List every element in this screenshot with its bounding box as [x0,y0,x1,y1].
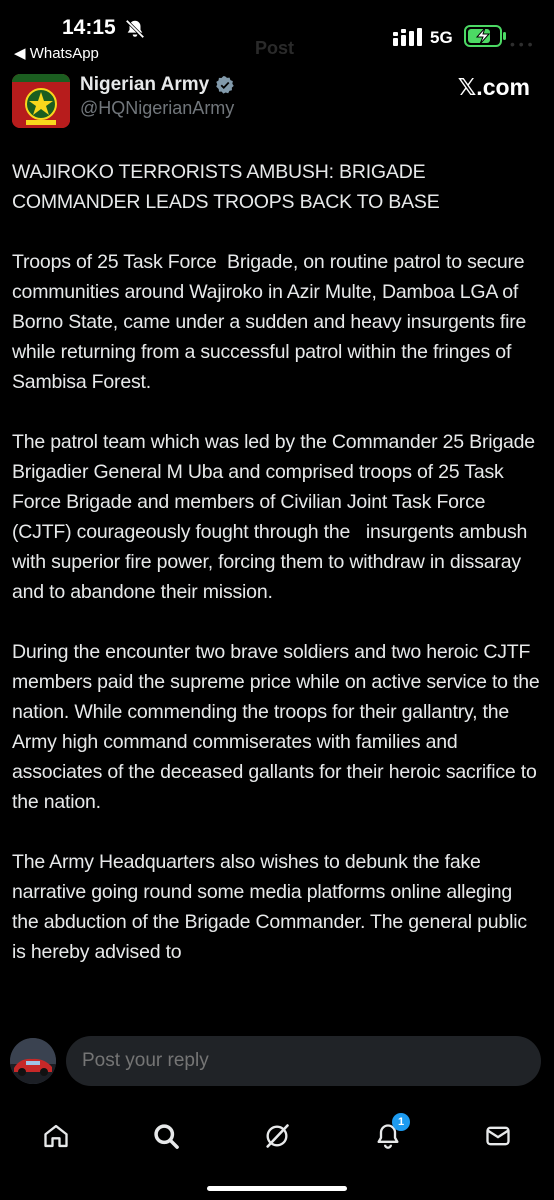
clock: 14:15 [62,16,116,39]
reply-input[interactable] [66,1036,541,1086]
screen: 14:15 ◀ WhatsApp Post 5G • • • Nigerian … [0,0,554,1200]
status-bar: 14:15 ◀ WhatsApp Post 5G • • • [0,0,554,70]
battery-charging-icon [464,24,508,48]
user-avatar [10,1038,56,1084]
bottom-tab-bar: 1 [0,1094,554,1200]
notifications-badge: 1 [392,1113,410,1131]
post-paragraph: The Army Headquarters also wishes to deb… [12,851,533,963]
tab-search[interactable] [138,1108,194,1164]
post-paragraph: During the encounter two brave soldiers … [12,641,545,813]
post-paragraph: The patrol team which was led by the Com… [12,431,541,603]
home-indicator [207,1186,347,1191]
grok-icon [266,1124,289,1148]
home-icon [44,1124,68,1148]
post-header: Nigerian Army @HQNigerianArmy 𝕏.com [0,70,554,130]
cellular-signal-icon [393,28,423,46]
post-text: WAJIROKO TERRORISTS AMBUSH: BRIGADE COMM… [12,157,542,997]
back-to-whatsapp[interactable]: ◀ WhatsApp [14,44,99,62]
ghost-more-icon: • • • [510,36,533,52]
tab-grok[interactable] [249,1108,305,1164]
network-type: 5G [430,28,453,47]
verified-badge-icon [215,75,235,95]
messages-icon [486,1126,510,1146]
bell-off-icon [124,18,146,40]
author-name[interactable]: Nigerian Army [80,74,209,96]
tab-messages[interactable] [470,1108,526,1164]
tab-notifications[interactable]: 1 [360,1108,416,1164]
ghost-title: Post [255,38,295,58]
nigerian-army-avatar[interactable] [12,74,70,128]
reply-bar [0,1030,554,1094]
author-name-row: Nigerian Army [80,74,235,96]
post-paragraph: Troops of 25 Task Force Brigade, on rout… [12,251,532,393]
tab-home[interactable] [28,1108,84,1164]
search-icon [154,1124,179,1149]
author-handle[interactable]: @HQNigerianArmy [80,98,234,119]
source-label: 𝕏.com [457,74,530,100]
post-headline: WAJIROKO TERRORISTS AMBUSH: BRIGADE COMM… [12,161,440,213]
